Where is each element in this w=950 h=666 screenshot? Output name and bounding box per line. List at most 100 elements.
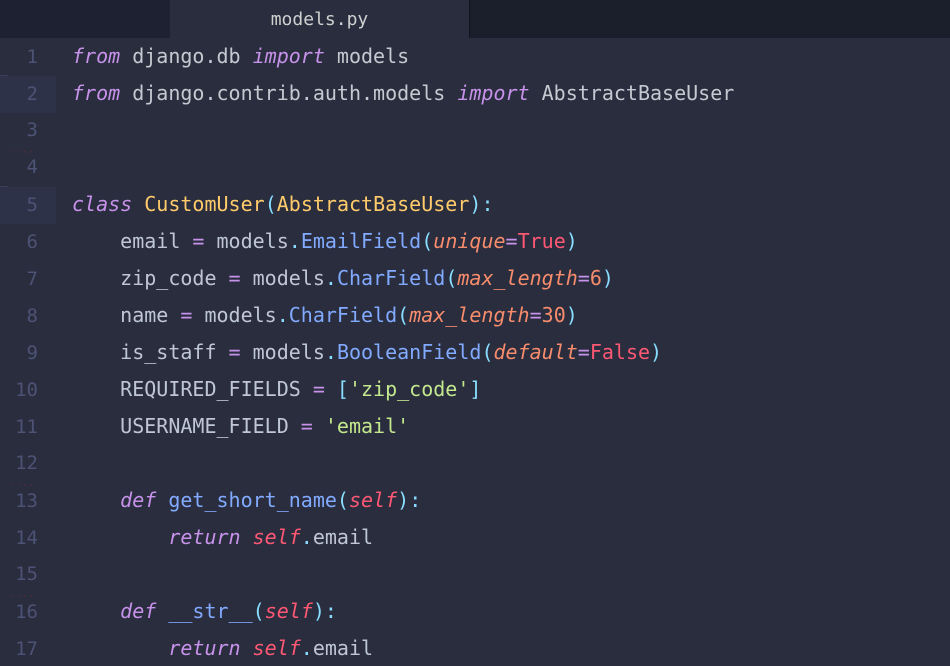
token-ident [241, 636, 253, 660]
token-ident: models [192, 303, 276, 327]
token-fn: __str__ [168, 599, 252, 623]
token-ident [241, 525, 253, 549]
tab-active[interactable]: models.py [170, 0, 470, 38]
gutter-line-number: 4 [0, 149, 56, 186]
editor-area[interactable]: 1from django.db import models2from djang… [0, 38, 950, 666]
token-op: = [229, 340, 241, 364]
tab-filename: models.py [271, 9, 369, 30]
token-punc: . [277, 303, 289, 327]
token-punc: ( [445, 266, 457, 290]
code-line[interactable]: 15···· [0, 556, 950, 593]
token-op: = [313, 377, 325, 401]
gutter-line-number: 2 [0, 76, 56, 113]
token-arg: max_length [409, 303, 529, 327]
token-ident: models [241, 340, 325, 364]
token-kw: def [120, 599, 156, 623]
code-content[interactable]: return self.email [56, 630, 373, 666]
token-str: 'zip_code' [349, 377, 469, 401]
token-op: = [192, 229, 204, 253]
token-punc: ( [253, 599, 265, 623]
token-punc: ) [397, 488, 409, 512]
token-ident: name [72, 303, 180, 327]
code-line[interactable]: 3···· [0, 112, 950, 149]
token-punc: . [325, 266, 337, 290]
token-arg: max_length [457, 266, 577, 290]
code-line[interactable]: 14 return self.email [0, 519, 950, 556]
token-punc: ( [421, 229, 433, 253]
tab-bar-empty [470, 0, 950, 38]
code-line[interactable]: 12···· [0, 445, 950, 482]
code-line[interactable]: 5class CustomUser(AbstractBaseUser): [0, 186, 950, 223]
code-line[interactable]: 8 name = models.CharField(max_length=30) [0, 297, 950, 334]
token-ns: django.db [120, 44, 252, 68]
token-kw: from [72, 81, 120, 105]
gutter-line-number: 6 [0, 224, 56, 261]
gutter-line-number: 16 [0, 594, 56, 631]
token-op: = [530, 303, 542, 327]
token-kw: return [168, 525, 240, 549]
code-content[interactable]: name = models.CharField(max_length=30) [56, 297, 578, 334]
token-cls: CustomUser [144, 192, 264, 216]
token-fn: EmailField [301, 229, 421, 253]
code-line[interactable]: 16 def __str__(self): [0, 593, 950, 630]
code-content[interactable]: def get_short_name(self): [56, 482, 421, 519]
code-content[interactable]: REQUIRED_FIELDS = ['zip_code'] [56, 371, 481, 408]
gutter-line-number: 1 [0, 39, 56, 76]
token-punc: ( [397, 303, 409, 327]
code-line[interactable]: 11 USERNAME_FIELD = 'email' [0, 408, 950, 445]
token-selfk: self [349, 488, 397, 512]
code-line[interactable]: 7 zip_code = models.CharField(max_length… [0, 260, 950, 297]
token-kw: from [72, 44, 120, 68]
code-line[interactable]: 13 def get_short_name(self): [0, 482, 950, 519]
code-line[interactable]: 2from django.contrib.auth.models import … [0, 75, 950, 112]
token-punc: . [289, 229, 301, 253]
code-content[interactable]: is_staff = models.BooleanField(default=F… [56, 334, 662, 371]
gutter-line-number: 7 [0, 261, 56, 298]
code-line[interactable]: 4 [0, 149, 950, 186]
gutter-line-number: 8 [0, 298, 56, 335]
code-content[interactable]: def __str__(self): [56, 593, 337, 630]
code-content[interactable]: from django.db import models [56, 38, 409, 75]
token-kw: import [253, 44, 325, 68]
token-punc: ( [337, 488, 349, 512]
code-content[interactable]: email = models.EmailField(unique=True) [56, 223, 578, 260]
token-ident: USERNAME_FIELD [72, 414, 301, 438]
gutter-line-number: 9 [0, 335, 56, 372]
code-line[interactable]: 6 email = models.EmailField(unique=True) [0, 223, 950, 260]
token-punc: ) [602, 266, 614, 290]
token-ident [132, 192, 144, 216]
code-content[interactable]: USERNAME_FIELD = 'email' [56, 408, 409, 445]
code-content[interactable]: class CustomUser(AbstractBaseUser): [56, 186, 493, 223]
code-content[interactable]: from django.contrib.auth.models import A… [56, 75, 734, 112]
token-ident [72, 636, 168, 660]
gutter-line-number: 11 [0, 409, 56, 446]
token-op: = [229, 266, 241, 290]
token-selfk: self [253, 525, 301, 549]
token-ident [156, 599, 168, 623]
token-op: = [180, 303, 192, 327]
token-punc: ] [469, 377, 481, 401]
token-bool: False [590, 340, 650, 364]
token-kw: class [72, 192, 132, 216]
code-line[interactable]: 9 is_staff = models.BooleanField(default… [0, 334, 950, 371]
token-punc: ( [265, 192, 277, 216]
token-type: AbstractBaseUser [277, 192, 470, 216]
token-op: = [301, 414, 313, 438]
token-ns: django.contrib.auth.models [120, 81, 457, 105]
token-ident: models [241, 266, 325, 290]
token-ident: REQUIRED_FIELDS [72, 377, 313, 401]
token-punc: ) [566, 229, 578, 253]
gutter-line-number: 5 [0, 187, 56, 224]
token-kw: def [120, 488, 156, 512]
token-selfk: self [265, 599, 313, 623]
code-line[interactable]: 10 REQUIRED_FIELDS = ['zip_code'] [0, 371, 950, 408]
code-content[interactable]: zip_code = models.CharField(max_length=6… [56, 260, 614, 297]
token-ident [72, 488, 120, 512]
code-content[interactable]: return self.email [56, 519, 373, 556]
token-punc: : [481, 192, 493, 216]
token-ident [156, 488, 168, 512]
code-line[interactable]: 1from django.db import models [0, 38, 950, 75]
code-line[interactable]: 17 return self.email [0, 630, 950, 666]
token-punc: : [325, 599, 337, 623]
token-selfk: self [253, 636, 301, 660]
